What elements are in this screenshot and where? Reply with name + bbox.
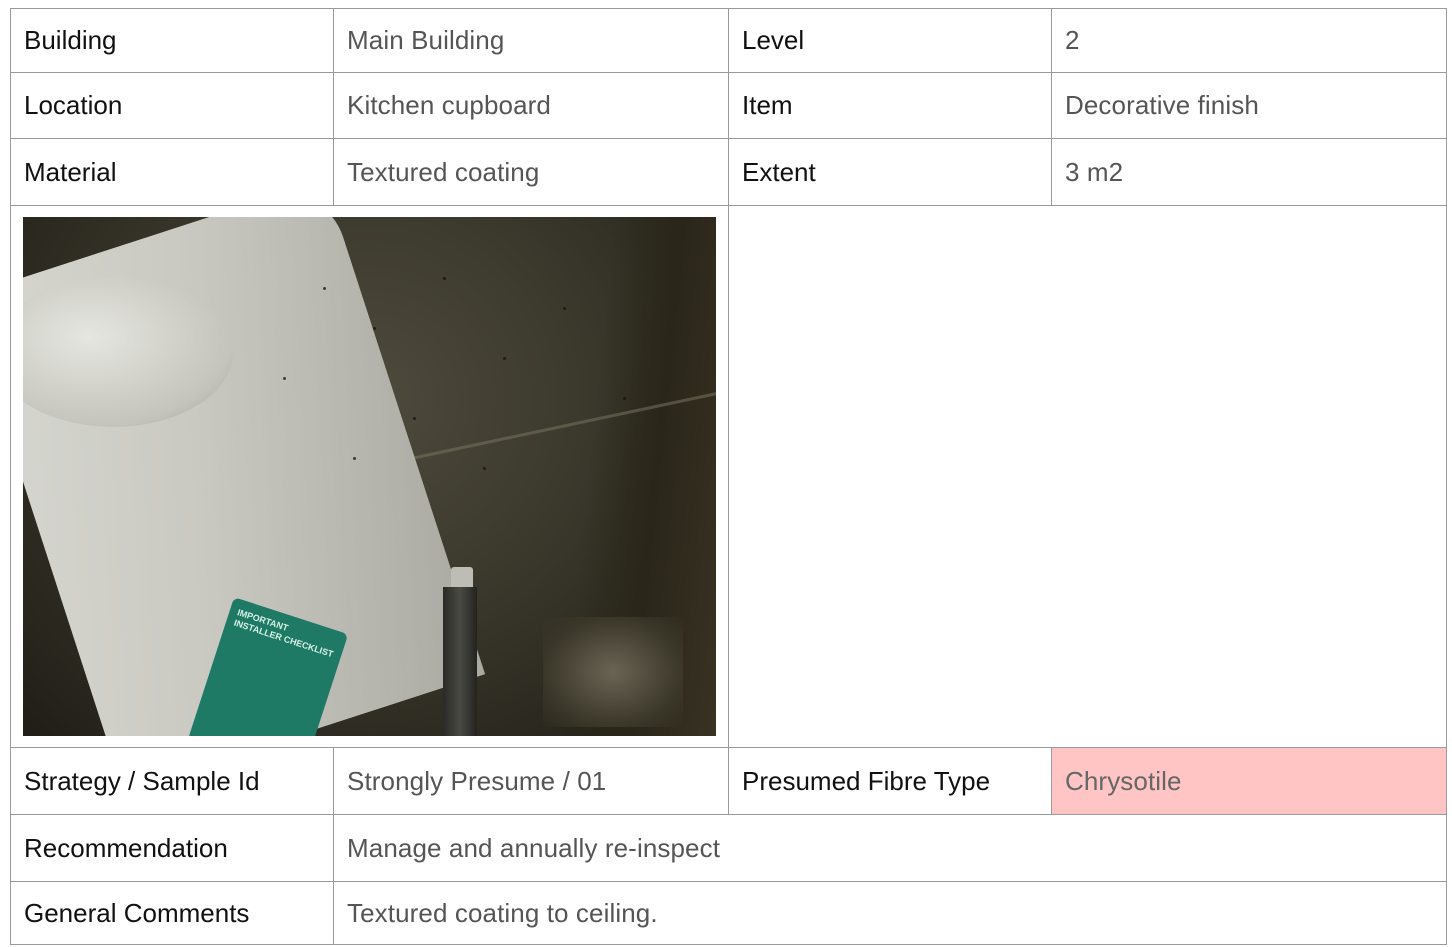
sample-location-photo[interactable]: IMPORTANT INSTALLER CHECKLIST: [23, 217, 716, 736]
comments-label: General Comments: [10, 881, 334, 945]
photo-texture-dot: [563, 307, 566, 310]
level-label: Level: [728, 8, 1052, 73]
photo-texture-dot: [483, 467, 486, 470]
table-row: Strategy / Sample Id Strongly Presume / …: [10, 747, 1447, 815]
item-label: Item: [728, 72, 1052, 139]
location-value: Kitchen cupboard: [333, 72, 729, 139]
material-value: Textured coating: [333, 138, 729, 206]
table-row: General Comments Textured coating to cei…: [10, 881, 1447, 945]
photo-debris: [543, 617, 683, 727]
photo-texture-dot: [283, 377, 286, 380]
material-label: Material: [10, 138, 334, 206]
photo-blank-cell: [728, 205, 1447, 748]
photo-texture-dot: [373, 327, 376, 330]
recommendation-label: Recommendation: [10, 814, 334, 882]
level-value: 2: [1051, 8, 1447, 73]
photo-texture-dot: [623, 397, 626, 400]
photo-pipe: [443, 587, 477, 736]
photo-cell: IMPORTANT INSTALLER CHECKLIST: [10, 205, 729, 748]
table-row: Location Kitchen cupboard Item Decorativ…: [10, 72, 1447, 139]
asbestos-register-sheet: Building Main Building Level 2 Location …: [10, 8, 1447, 947]
strategy-value: Strongly Presume / 01: [333, 747, 729, 815]
survey-details-table: Building Main Building Level 2 Location …: [10, 8, 1447, 945]
fibre-type-value: Chrysotile: [1051, 747, 1447, 815]
photo-texture-dot: [413, 417, 416, 420]
strategy-label: Strategy / Sample Id: [10, 747, 334, 815]
fibre-type-label: Presumed Fibre Type: [728, 747, 1052, 815]
photo-row: IMPORTANT INSTALLER CHECKLIST: [10, 205, 1447, 748]
location-label: Location: [10, 72, 334, 139]
extent-value: 3 m2: [1051, 138, 1447, 206]
photo-texture-dot: [443, 277, 446, 280]
table-row: Recommendation Manage and annually re-in…: [10, 814, 1447, 882]
table-row: Material Textured coating Extent 3 m2: [10, 138, 1447, 206]
photo-texture-dot: [353, 457, 356, 460]
extent-label: Extent: [728, 138, 1052, 206]
recommendation-value: Manage and annually re-inspect: [333, 814, 1447, 882]
photo-texture-dot: [503, 357, 506, 360]
photo-texture-dot: [323, 287, 326, 290]
item-value: Decorative finish: [1051, 72, 1447, 139]
table-row: Building Main Building Level 2: [10, 8, 1447, 73]
building-label: Building: [10, 8, 334, 73]
comments-value: Textured coating to ceiling.: [333, 881, 1447, 945]
building-value: Main Building: [333, 8, 729, 73]
